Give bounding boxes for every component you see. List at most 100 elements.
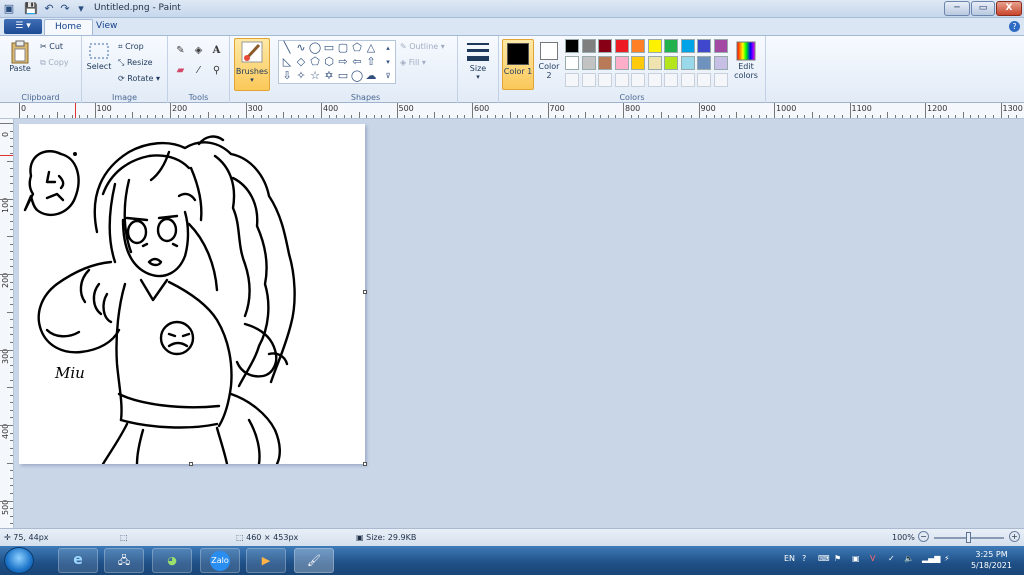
- help-tray-icon[interactable]: ?: [802, 554, 806, 563]
- ruler-tick: [645, 115, 647, 118]
- start-button[interactable]: [4, 547, 34, 574]
- paint-app-icon[interactable]: ▣: [2, 2, 16, 16]
- rounded-rectangle-shape-icon[interactable]: ▢: [336, 41, 350, 55]
- right-arrow-shape-icon[interactable]: ⇨: [336, 55, 350, 69]
- vivaldi-tray-icon[interactable]: V: [870, 554, 875, 563]
- resize-button[interactable]: ⤡ Resize: [118, 58, 153, 68]
- diamond-shape-icon[interactable]: ◇: [294, 55, 308, 69]
- app-tray-icon[interactable]: ▣: [852, 554, 860, 563]
- cut-button[interactable]: ✂ Cut: [40, 42, 63, 51]
- keyboard-tray-icon[interactable]: ⌨: [818, 554, 830, 563]
- gallery-scroll-up-icon[interactable]: ▴: [381, 41, 395, 55]
- curve-shape-icon[interactable]: ∿: [294, 41, 308, 55]
- ruler-tick: [10, 334, 13, 336]
- text-tool-icon[interactable]: A: [210, 44, 223, 57]
- left-arrow-shape-icon[interactable]: ⇦: [350, 55, 364, 69]
- flag-tray-icon[interactable]: ⚑: [834, 554, 841, 563]
- power-tray-icon[interactable]: ⚡: [944, 554, 950, 563]
- four-point-star-shape-icon[interactable]: ✧: [294, 69, 308, 83]
- canvas-resize-handle-right[interactable]: [363, 290, 367, 294]
- line-shape-icon[interactable]: ╲: [280, 41, 294, 55]
- ruler-tick: [200, 115, 202, 118]
- network-icon[interactable]: 🖧: [104, 548, 144, 573]
- ruler-tick: [109, 115, 111, 118]
- up-arrow-shape-icon[interactable]: ⇧: [364, 55, 378, 69]
- pencil-icon[interactable]: ✎: [174, 44, 187, 57]
- copy-button[interactable]: ⧉ Copy: [40, 58, 69, 68]
- callout-rectangle-shape-icon[interactable]: ▭: [336, 69, 350, 83]
- fill-bucket-icon[interactable]: ◈: [192, 44, 205, 57]
- crop-button[interactable]: ⌗ Crop: [118, 42, 144, 52]
- paint-icon[interactable]: 🖌: [294, 548, 334, 573]
- language-indicator[interactable]: EN: [784, 554, 795, 563]
- gallery-expand-icon[interactable]: ⊽: [381, 69, 395, 83]
- cut-label: Cut: [49, 42, 64, 51]
- ruler-tick: [660, 112, 662, 118]
- media-icon[interactable]: ▶: [246, 548, 286, 573]
- volume-tray-icon[interactable]: 🔈: [904, 554, 914, 563]
- ruler-tick: [10, 485, 13, 487]
- oval-shape-icon[interactable]: ◯: [308, 41, 322, 55]
- paint-menu-button[interactable]: ☰ ▾: [4, 19, 42, 34]
- save-icon[interactable]: 💾: [24, 2, 38, 16]
- eraser-icon[interactable]: ▰: [174, 64, 187, 77]
- coccoc-icon[interactable]: ◕: [152, 548, 192, 573]
- ruler-tick: [396, 103, 398, 118]
- canvas-resize-handle-bottom[interactable]: [189, 462, 193, 466]
- tab-view[interactable]: View: [86, 19, 127, 35]
- ruler-tick: [940, 115, 942, 118]
- clipboard-group: Paste ✂ Cut ⧉ Copy Clipboard: [0, 36, 82, 103]
- canvas-workspace[interactable]: Miu: [15, 120, 1024, 528]
- outline-button[interactable]: ✎ Outline ▾: [400, 42, 445, 51]
- zoom-in-button[interactable]: +: [1009, 531, 1020, 542]
- signal-tray-icon[interactable]: ▂▄▆: [922, 554, 940, 563]
- close-button[interactable]: X: [996, 1, 1022, 16]
- ruler-cursor-marker: [0, 155, 13, 156]
- zalo-icon[interactable]: Zalo: [200, 548, 240, 573]
- canvas-resize-handle-corner[interactable]: [363, 462, 367, 466]
- magnifier-icon[interactable]: ⚲: [210, 64, 223, 77]
- ruler-tick: [139, 115, 141, 118]
- gallery-scroll-down-icon[interactable]: ▾: [381, 55, 395, 69]
- maximize-button[interactable]: ▭: [971, 1, 995, 16]
- ruler-tick: [94, 103, 96, 118]
- wifi-tray-icon[interactable]: ✓: [888, 554, 895, 563]
- canvas-size-icon: ⬚: [236, 533, 244, 542]
- fill-button[interactable]: ◈ Fill ▾: [400, 58, 426, 67]
- size-button[interactable]: Size ▾: [462, 40, 494, 81]
- minimize-button[interactable]: ─: [944, 1, 970, 16]
- brushes-button[interactable]: Brushes ▾: [234, 38, 270, 91]
- zoom-slider-thumb[interactable]: [966, 532, 971, 543]
- rotate-button[interactable]: ⟳ Rotate ▾: [118, 74, 160, 83]
- callout-oval-shape-icon[interactable]: ◯: [350, 69, 364, 83]
- ruler-tick: [41, 115, 43, 118]
- select-button[interactable]: Select: [86, 42, 112, 71]
- help-icon[interactable]: ?: [1009, 21, 1020, 32]
- ruler-tick: [10, 341, 13, 343]
- triangle-shape-icon[interactable]: △: [364, 41, 378, 55]
- polygon-shape-icon[interactable]: ⬠: [350, 41, 364, 55]
- rectangle-shape-icon[interactable]: ▭: [322, 41, 336, 55]
- shapes-gallery[interactable]: ╲ ∿ ◯ ▭ ▢ ⬠ △ ◺ ◇ ⬠ ⬡ ⇨ ⇦ ⇧ ⇩ ✧ ☆ ✡ ▭ ◯ …: [278, 40, 396, 84]
- customize-quick-access-icon[interactable]: ▾: [74, 2, 88, 16]
- ruler-tick: [245, 103, 247, 118]
- ruler-tick: [10, 221, 13, 223]
- down-arrow-shape-icon[interactable]: ⇩: [280, 69, 294, 83]
- callout-cloud-shape-icon[interactable]: ☁: [364, 69, 378, 83]
- five-point-star-shape-icon[interactable]: ☆: [308, 69, 322, 83]
- ruler-tick: [419, 115, 421, 118]
- clock[interactable]: 3:25 PM 5/18/2021: [971, 549, 1012, 571]
- ruler-tick: [751, 115, 753, 118]
- paste-button[interactable]: Paste: [6, 40, 34, 73]
- redo-icon[interactable]: ↷: [58, 2, 72, 16]
- ie-icon[interactable]: e: [58, 548, 98, 573]
- undo-icon[interactable]: ↶: [42, 2, 56, 16]
- drawing-canvas[interactable]: Miu: [19, 124, 365, 466]
- right-triangle-shape-icon[interactable]: ◺: [280, 55, 294, 69]
- ruler-tick: [985, 115, 987, 118]
- six-point-star-shape-icon[interactable]: ✡: [322, 69, 336, 83]
- zoom-out-button[interactable]: −: [918, 531, 929, 542]
- pentagon-shape-icon[interactable]: ⬠: [308, 55, 322, 69]
- hexagon-shape-icon[interactable]: ⬡: [322, 55, 336, 69]
- color-picker-icon[interactable]: ⁄: [192, 64, 205, 77]
